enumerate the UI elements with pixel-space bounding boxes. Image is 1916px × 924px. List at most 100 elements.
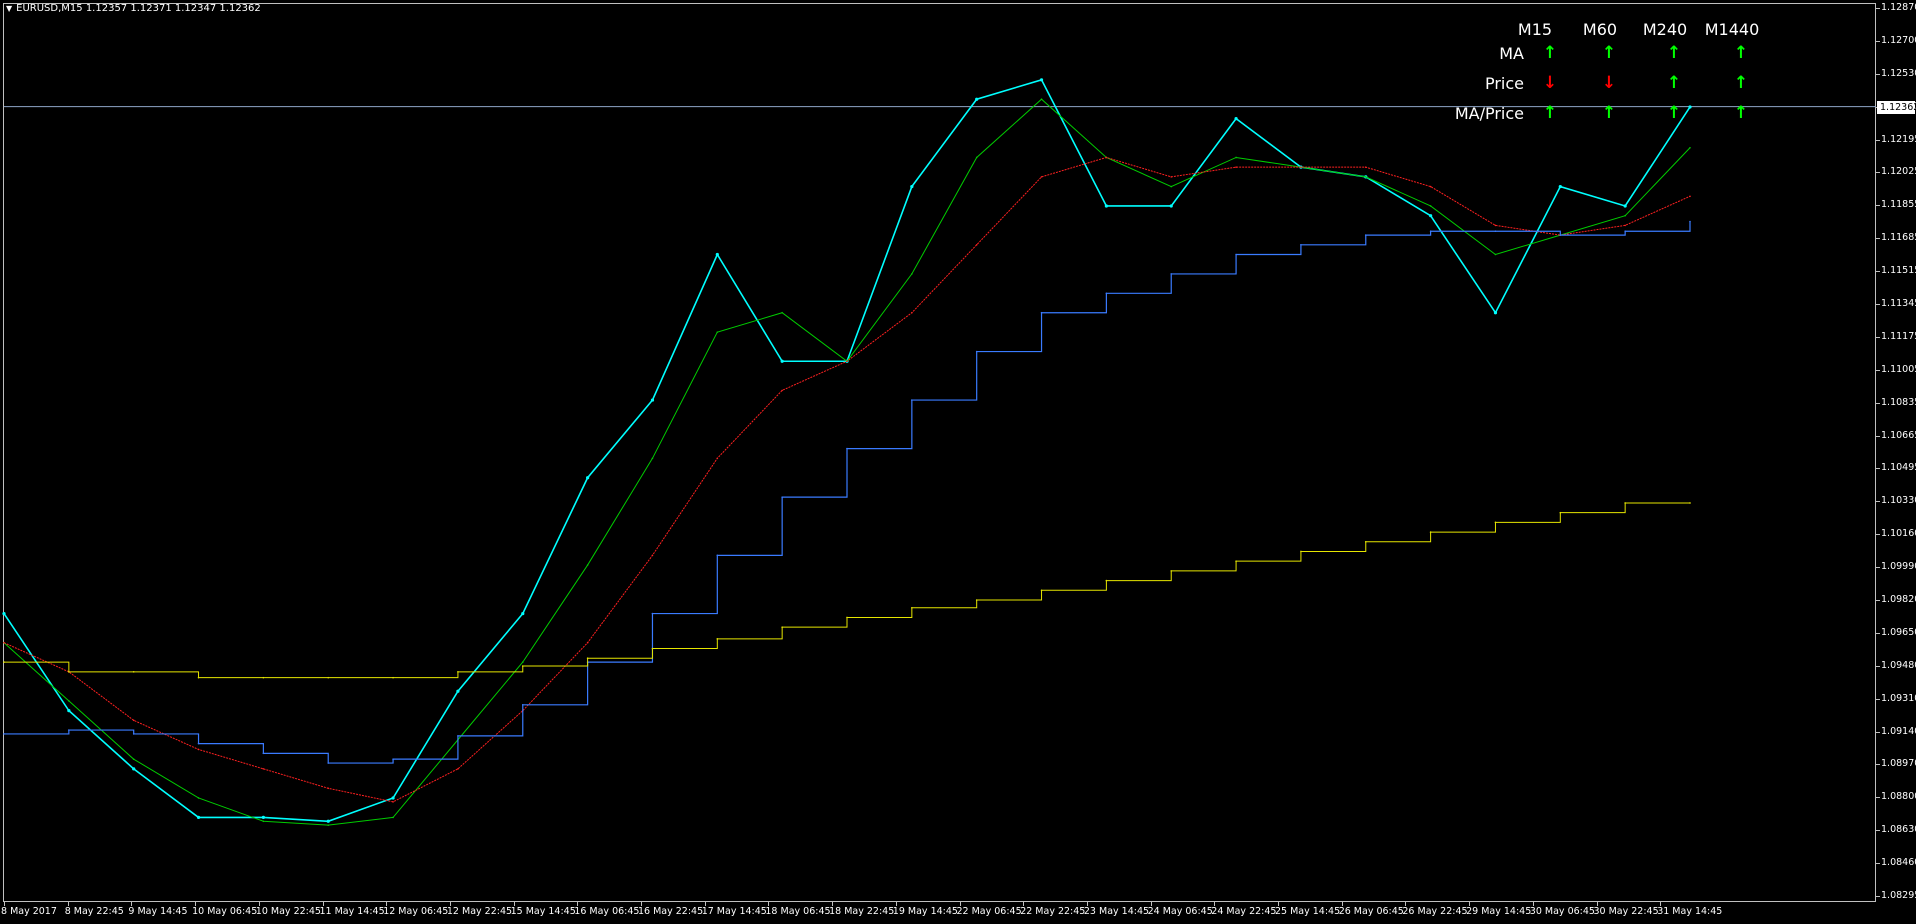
ma-mid-line-point: [1494, 224, 1497, 227]
price-label: 1.09990: [1881, 561, 1916, 573]
ma-slow-line-point: [1559, 234, 1562, 236]
signal-row-label: MA/Price: [1454, 104, 1524, 123]
ma-slow-line-point: [1300, 244, 1302, 246]
price-tick: [1876, 271, 1880, 273]
ma-slow-line-point: [3, 733, 5, 735]
ma-fast-line-point: [1040, 98, 1043, 101]
price-label: 1.12700: [1881, 34, 1916, 46]
price-label: 1.11685: [1881, 232, 1916, 244]
signal-row-label: Price: [1484, 74, 1524, 93]
signal-row-label: MA: [1499, 44, 1524, 63]
price-series-line-point: [650, 398, 655, 402]
arrow-up-icon: ↑: [1601, 43, 1617, 63]
ma-daily-line-point: [3, 661, 5, 663]
ma-daily-line-point: [1624, 502, 1626, 504]
ma-daily-line-point: [781, 626, 783, 628]
time-label: 18 May 06:45: [765, 906, 831, 917]
price-label: 1.12530: [1881, 67, 1916, 79]
symbol-header: ▼ EURUSD,M15 1.12357 1.12371 1.12347 1.1…: [6, 3, 261, 14]
price-tick: [1876, 73, 1880, 75]
price-label: 1.08460: [1881, 857, 1916, 869]
ma-mid-line-point: [132, 719, 135, 722]
arrow-up-icon: ↑: [1666, 43, 1682, 63]
ma-mid-line-point: [457, 768, 459, 770]
ma-daily-line-point: [1494, 521, 1497, 524]
price-tick: [1876, 40, 1880, 42]
price-tick: [1876, 600, 1880, 601]
arrow-up-icon: ↑: [1733, 43, 1749, 63]
price-tick: [1876, 501, 1880, 503]
dropdown-triangle-icon[interactable]: ▼: [6, 4, 12, 13]
ma-mid-line-point: [1170, 176, 1173, 178]
ma-mid-line-point: [911, 311, 913, 314]
ma-daily-line-point: [1300, 550, 1302, 553]
price-tick: [1876, 665, 1880, 667]
arrow-up-icon: ↑: [1666, 103, 1682, 123]
price-series-line-point: [67, 709, 71, 713]
ma-daily-line-point: [651, 647, 654, 650]
ma-fast-line-point: [1624, 214, 1626, 217]
price-tick: [1876, 534, 1880, 536]
ma-mid-line-point: [1624, 224, 1626, 227]
time-label: 8 May 2017: [1, 906, 57, 917]
ma-fast-line-point: [1689, 146, 1691, 149]
ma-slow-line-point: [975, 350, 978, 353]
time-label: 17 May 14:45: [701, 906, 767, 917]
ma-fast-line-point: [975, 156, 978, 159]
time-label: 12 May 06:45: [383, 906, 449, 917]
price-tick: [1876, 435, 1880, 437]
price-series-line-point: [1558, 184, 1562, 189]
price-series-line-point: [391, 796, 395, 800]
ma-fast-line-point: [521, 661, 524, 663]
price-series-line-point: [521, 611, 525, 616]
price-chart[interactable]: [0, 0, 1916, 924]
time-label: 18 May 22:45: [829, 906, 895, 917]
ma-fast-line-point: [68, 700, 70, 702]
ma-slow-line-point: [1105, 292, 1108, 295]
ma-mid-line-point: [327, 787, 330, 790]
ma-mid-line-point: [716, 457, 719, 460]
time-label: 25 May 14:45: [1275, 906, 1341, 917]
time-label: 24 May 22:45: [1211, 906, 1277, 917]
ma-slow-line-point: [457, 735, 459, 737]
ma-mid-line-point: [262, 768, 265, 770]
ma-daily-line-point: [586, 657, 589, 660]
ma-fast-line-point: [651, 457, 654, 460]
price-series-line-point: [1623, 204, 1627, 208]
price-label: 1.10835: [1881, 396, 1916, 408]
price-label: 1.11515: [1881, 265, 1916, 277]
ma-slow-line-point: [1624, 230, 1626, 233]
ma-mid-line-point: [1300, 166, 1302, 168]
ma-fast-line-point: [716, 331, 719, 333]
price-tick: [1876, 698, 1880, 700]
price-tick: [1876, 731, 1880, 733]
price-tick: [1876, 304, 1880, 305]
ma-slow-line-point: [651, 612, 654, 615]
ma-slow-line-point: [911, 399, 913, 401]
current-price-tag: 1.12362: [1877, 100, 1916, 114]
ma-daily-line-point: [911, 606, 913, 609]
ma-fast-line-point: [1364, 176, 1367, 178]
price-series-line-point: [975, 97, 979, 101]
ma-fast-line-point: [586, 564, 589, 566]
price-label: 1.09820: [1881, 594, 1916, 605]
ma-daily-line-point: [457, 671, 459, 673]
price-label: 1.12025: [1881, 166, 1916, 178]
price-series-line-point: [2, 611, 6, 616]
price-series-line-point: [1234, 117, 1238, 121]
time-label: 16 May 22:45: [638, 906, 704, 917]
ma-fast-line-point: [1494, 253, 1497, 256]
ma-daily-line-point: [1364, 540, 1367, 543]
price-label: 1.11855: [1881, 199, 1916, 211]
ma-slow-line-point: [327, 762, 330, 764]
arrow-up-icon: ↑: [1733, 103, 1749, 123]
price-tick: [1876, 567, 1880, 569]
ma-daily-line-point: [327, 676, 330, 679]
ma-mid-line-point: [781, 389, 783, 392]
price-series-line-point: [326, 819, 330, 823]
time-label: 12 May 22:45: [446, 906, 513, 917]
ma-fast-line-point: [132, 758, 135, 760]
ma-daily-line-point: [1105, 579, 1108, 582]
price-tick: [1876, 238, 1880, 240]
ma-mid-line-point: [586, 641, 589, 644]
